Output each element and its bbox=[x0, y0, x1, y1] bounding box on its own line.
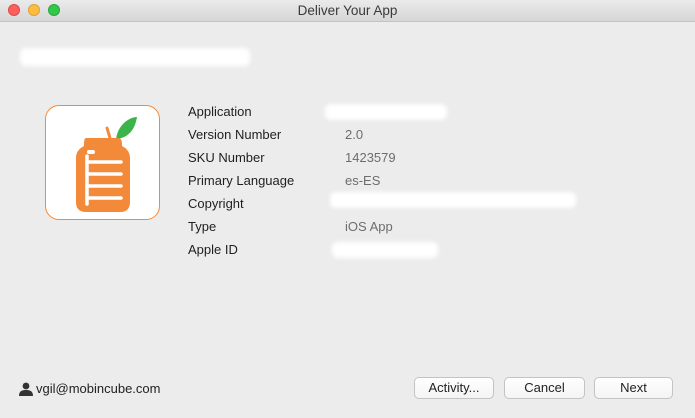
info-value: es-ES bbox=[345, 173, 381, 188]
app-icon bbox=[45, 105, 160, 220]
redacted-heading bbox=[20, 48, 250, 66]
orange-jar-icon bbox=[76, 117, 137, 212]
info-label: Apple ID bbox=[188, 242, 238, 257]
info-row-type: Type iOS App bbox=[188, 219, 608, 242]
account-indicator: vgil@mobincube.com bbox=[18, 381, 160, 396]
info-label: Version Number bbox=[188, 127, 282, 142]
next-button[interactable]: Next bbox=[594, 377, 673, 399]
info-value: iOS App bbox=[345, 219, 393, 234]
deliver-app-window: Deliver Your App Application Version Num… bbox=[0, 0, 695, 418]
title-bar[interactable]: Deliver Your App bbox=[0, 0, 695, 22]
activity-button[interactable]: Activity... bbox=[414, 377, 494, 399]
redacted-application-name bbox=[325, 104, 447, 120]
info-label: Application bbox=[188, 104, 252, 119]
info-value: 2.0 bbox=[345, 127, 364, 142]
info-label: Copyright bbox=[188, 196, 244, 211]
info-label: SKU Number bbox=[188, 150, 265, 165]
info-label: Primary Language bbox=[188, 173, 295, 188]
cancel-button[interactable]: Cancel bbox=[504, 377, 585, 399]
app-info-table: Application Version Number 2.0 SKU Numbe… bbox=[188, 104, 608, 265]
user-icon bbox=[19, 382, 33, 396]
redacted-apple-id bbox=[332, 242, 438, 258]
info-row-sku-number: SKU Number 1423579 bbox=[188, 150, 608, 173]
info-value: 1423579 bbox=[345, 150, 396, 165]
info-label: Type bbox=[188, 219, 217, 234]
window-title: Deliver Your App bbox=[297, 3, 398, 18]
account-email: vgil@mobincube.com bbox=[36, 381, 161, 396]
redacted-copyright bbox=[330, 192, 576, 208]
info-row-version-number: Version Number 2.0 bbox=[188, 127, 608, 150]
